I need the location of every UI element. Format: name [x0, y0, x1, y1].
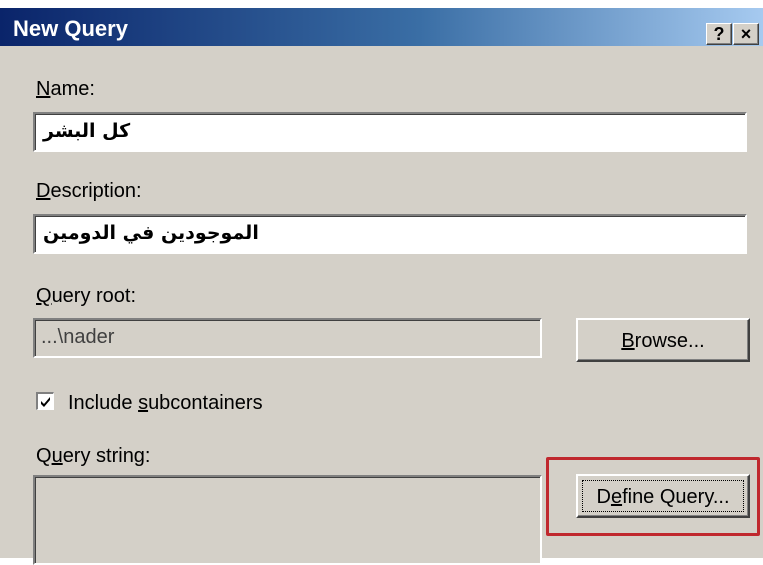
- dialog-title: New Query: [13, 16, 128, 41]
- close-icon: ×: [740, 24, 752, 44]
- include-subcontainers-label[interactable]: Include subcontainers: [68, 392, 263, 415]
- close-button[interactable]: ×: [733, 23, 759, 45]
- include-subcontainers-checkbox[interactable]: [36, 392, 54, 410]
- query-root-label: Query root:: [36, 285, 137, 307]
- query-string-label: Query string:: [36, 445, 151, 467]
- query-root-value: ...\nader: [41, 326, 115, 348]
- help-icon: ?: [713, 24, 725, 44]
- description-label: Description:: [36, 180, 142, 202]
- help-button[interactable]: ?: [706, 23, 732, 45]
- define-query-highlight: [546, 457, 760, 536]
- name-value: كل البشر: [43, 120, 131, 142]
- checkmark-icon: [41, 397, 50, 407]
- query-root-field: ...\nader: [33, 318, 542, 358]
- description-field[interactable]: الموجودين في الدومين: [33, 214, 747, 254]
- description-value: الموجودين في الدومين: [43, 222, 259, 244]
- title-bar: New Query ? ×: [0, 8, 763, 46]
- name-label: Name:: [36, 78, 95, 100]
- browse-button[interactable]: Browse...: [576, 318, 750, 362]
- query-string-field: [33, 475, 542, 565]
- name-field[interactable]: كل البشر: [33, 112, 747, 152]
